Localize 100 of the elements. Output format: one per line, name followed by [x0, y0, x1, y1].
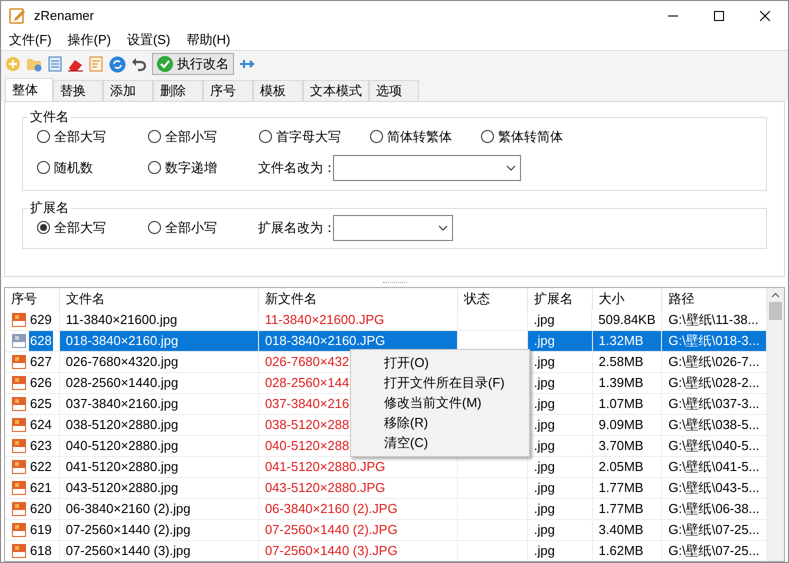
group-title: 扩展名 [28, 200, 71, 216]
table-cell: 621 [5, 478, 60, 499]
field-label: 文件名改为： [258, 158, 333, 177]
radio-button[interactable] [148, 161, 161, 174]
table-cell: G:\壁纸\028-2... [662, 373, 767, 394]
pin-icon[interactable] [239, 58, 255, 70]
check-icon [157, 56, 173, 72]
image-file-icon [11, 333, 27, 349]
table-cell: 1.07MB [592, 394, 662, 415]
column-header[interactable]: 状态 [458, 288, 528, 310]
tab[interactable]: 选项 [369, 80, 419, 101]
table-cell: 018-3840×2160.jpg [60, 331, 259, 352]
tab[interactable]: 整体 [5, 78, 53, 101]
tab[interactable]: 文本模式 [303, 80, 369, 101]
radio-button[interactable] [37, 130, 50, 144]
column-header[interactable]: 新文件名 [258, 288, 458, 310]
menu-item[interactable]: 文件(F) [1, 30, 60, 50]
radio-option[interactable]: 随机数 [37, 158, 148, 178]
table-cell: .jpg [528, 520, 593, 541]
table-cell: 1.77MB [592, 499, 662, 520]
table-cell: 038-5120×2880.jpg [60, 415, 259, 436]
refresh-icon[interactable] [109, 56, 126, 72]
chevron-down-icon [438, 224, 448, 230]
table-cell: 07-2560×1440 (3).JPG [258, 541, 458, 561]
folder-add-icon[interactable] [26, 56, 43, 72]
dropdown-field[interactable] [333, 154, 521, 180]
table-cell: 628 [5, 331, 60, 352]
radio-option[interactable]: 全部大写 [37, 127, 148, 146]
table-cell: G:\壁纸\037-3... [662, 394, 767, 415]
table-cell: G:\壁纸\038-5... [662, 415, 767, 436]
scrollbar-thumb[interactable] [769, 302, 782, 320]
radio-button[interactable] [259, 130, 272, 144]
scrollbar[interactable] [767, 288, 784, 561]
table-cell: G:\壁纸\06-38... [662, 499, 767, 520]
scroll-up-icon [771, 292, 780, 298]
table-cell: 07-2560×1440 (2).JPG [258, 520, 458, 541]
table-cell: 626 [5, 373, 60, 394]
dropdown-field[interactable] [333, 214, 453, 240]
radio-option[interactable]: 首字母大写 [259, 127, 370, 146]
radio-option[interactable]: 数字递增 [148, 158, 259, 178]
column-header[interactable]: 大小 [592, 288, 662, 310]
table-cell: G:\壁纸\040-5... [662, 436, 767, 457]
document-icon[interactable] [48, 56, 62, 72]
menu-item[interactable]: 设置(S) [118, 30, 178, 50]
tab[interactable]: 删除 [153, 80, 203, 101]
table-cell: 1.32MB [592, 331, 662, 352]
image-file-icon [11, 522, 27, 538]
image-file-icon [11, 501, 27, 517]
table-cell: 629 [5, 310, 60, 331]
table-cell: 622 [5, 457, 60, 478]
tab[interactable]: 模板 [253, 80, 303, 101]
tab[interactable]: 添加 [103, 80, 153, 101]
table-cell: .jpg [528, 541, 593, 561]
image-file-icon [11, 459, 27, 475]
radio-option[interactable]: 全部小写 [148, 127, 259, 146]
table-cell: 040-5120×2880.jpg [60, 436, 259, 457]
radio-button[interactable] [148, 221, 161, 234]
table-cell: 043-5120×2880.JPG [258, 478, 458, 499]
table-cell: G:\壁纸\043-5... [662, 478, 767, 499]
column-header[interactable]: 文件名 [60, 288, 259, 310]
column-header[interactable]: 扩展名 [528, 288, 593, 310]
radio-button[interactable] [370, 130, 383, 144]
menu-item[interactable]: 操作(P) [60, 30, 119, 50]
radio-option[interactable]: 简体转繁体 [370, 127, 481, 146]
app-logo-icon [9, 7, 26, 24]
table-cell: G:\壁纸\07-25... [662, 520, 767, 541]
table-cell: .jpg [528, 457, 593, 478]
table-cell: 3.70MB [592, 436, 662, 457]
radio-option[interactable]: 繁体转简体 [481, 127, 592, 146]
chevron-down-icon [506, 164, 516, 170]
table-cell: G:\壁纸\026-7... [662, 352, 767, 373]
table-cell: 1.77MB [592, 478, 662, 499]
radio-option[interactable]: 全部大写 [37, 218, 148, 238]
execute-rename-button[interactable]: 执行改名 [152, 53, 234, 75]
table-cell: 627 [5, 352, 60, 373]
tab[interactable]: 序号 [203, 80, 253, 101]
radio-button[interactable] [481, 130, 494, 144]
table-cell: 07-2560×1440 (2).jpg [60, 520, 259, 541]
table-cell: 2.58MB [592, 352, 662, 373]
radio-option[interactable]: 全部小写 [148, 218, 259, 238]
table-cell: 1.39MB [592, 373, 662, 394]
table-cell: 028-2560×1440.jpg [60, 373, 259, 394]
image-file-icon [11, 543, 27, 559]
image-file-icon [11, 354, 27, 370]
tab[interactable]: 替换 [53, 80, 103, 101]
menu-item[interactable]: 帮助(H) [178, 30, 238, 50]
field-label: 扩展名改为： [258, 218, 333, 237]
image-file-icon [11, 480, 27, 496]
radio-button[interactable] [37, 161, 50, 174]
radio-button[interactable] [148, 130, 161, 144]
table-cell: 620 [5, 499, 60, 520]
table-cell: 037-3840×2160.jpg [60, 394, 259, 415]
table-cell: 2.05MB [592, 457, 662, 478]
radio-button[interactable] [37, 221, 50, 234]
image-file-icon [11, 312, 27, 328]
close-icon [760, 10, 770, 20]
undo-icon[interactable] [131, 56, 147, 72]
column-header[interactable]: 序号 [5, 288, 60, 310]
table-cell: 625 [5, 394, 60, 415]
table-cell: G:\壁纸\041-5... [662, 457, 767, 478]
